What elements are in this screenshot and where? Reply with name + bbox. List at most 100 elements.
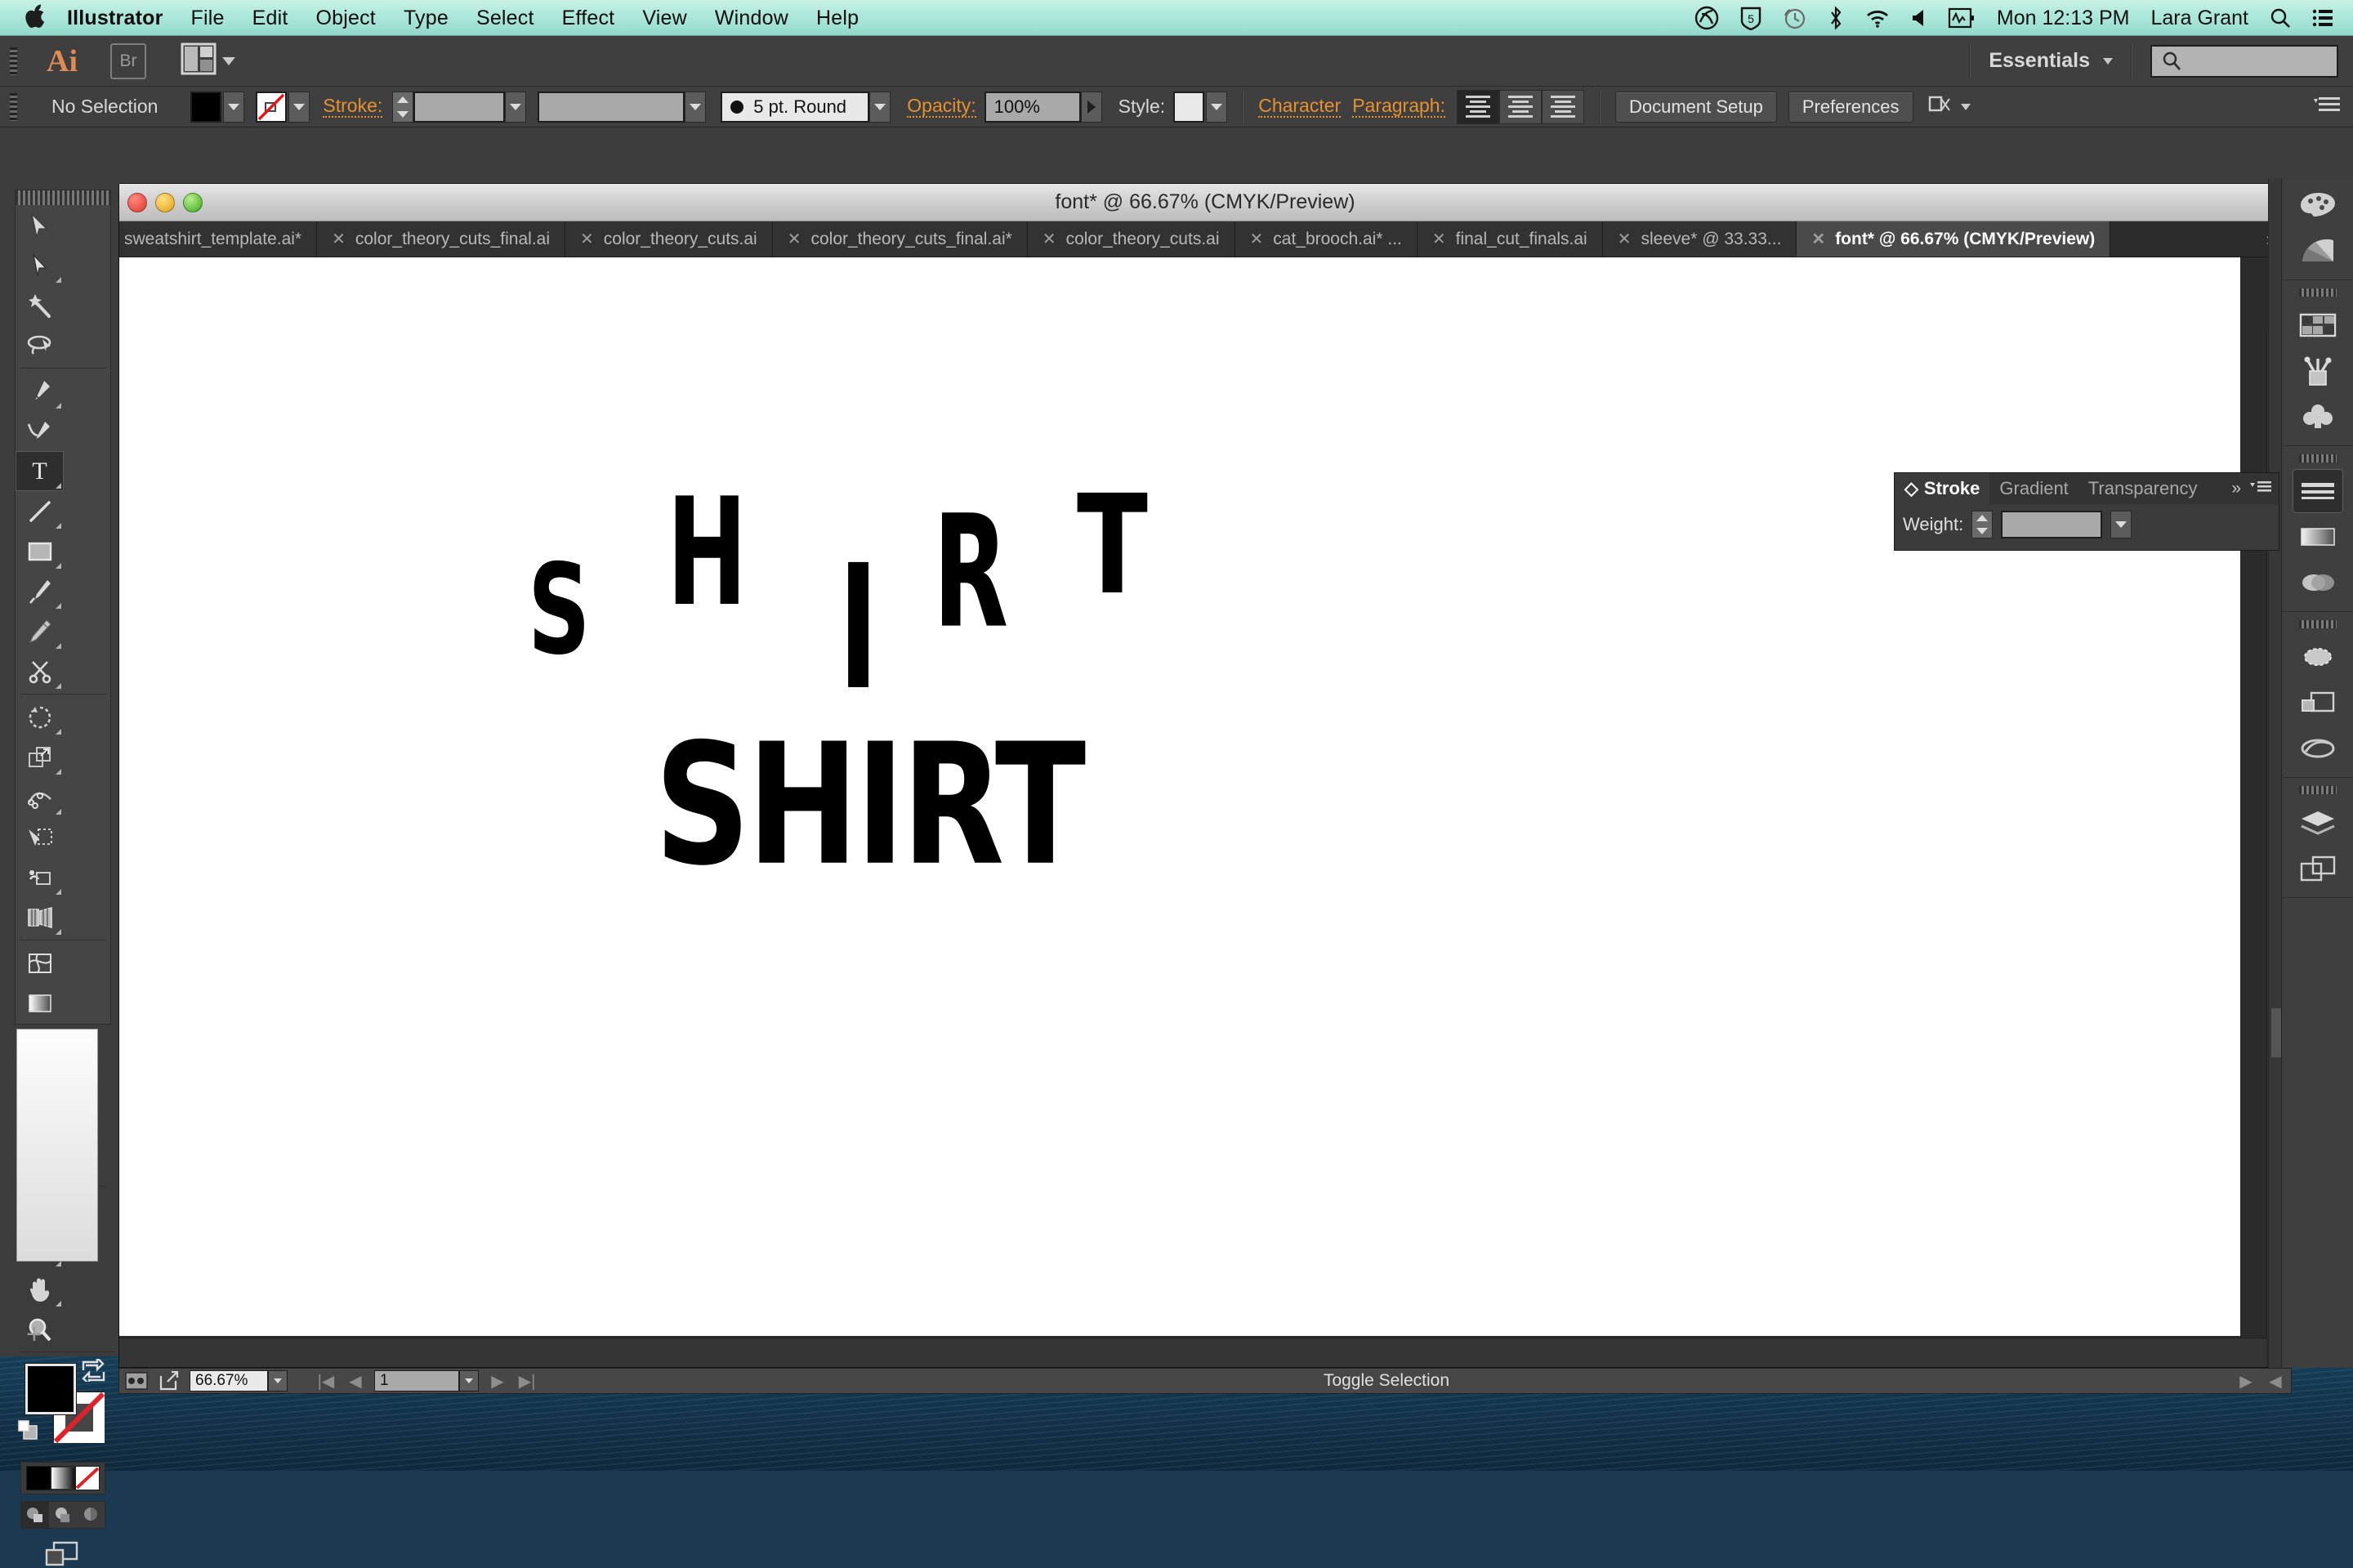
document-tab-2[interactable]: ✕ color_theory_cuts.ai — [565, 221, 773, 257]
document-tab-6[interactable]: ✕ final_cut_finals.ai — [1418, 221, 1603, 257]
stroke-color-control[interactable] — [256, 92, 310, 123]
shield-5-icon[interactable]: 5 — [1740, 6, 1761, 30]
tool-flyout-corner[interactable] — [56, 643, 61, 649]
fill-swatch-tool[interactable] — [25, 1364, 76, 1414]
lasso-tool[interactable] — [16, 325, 64, 365]
type-tool[interactable]: T — [16, 451, 64, 491]
document-tab-1[interactable]: ✕ color_theory_cuts_final.ai — [317, 221, 565, 257]
menu-select[interactable]: Select — [476, 7, 534, 30]
tool-flyout-corner[interactable] — [56, 809, 61, 815]
notification-center-icon[interactable] — [2312, 8, 2333, 28]
graphic-style-dropdown[interactable] — [1206, 92, 1227, 123]
tab-gradient[interactable]: Gradient — [1989, 473, 2078, 504]
fill-swatch[interactable] — [190, 92, 221, 123]
perspective-grid-tool[interactable] — [16, 897, 64, 937]
selection-tool[interactable] — [16, 205, 64, 245]
stroke-profile-control[interactable] — [538, 92, 706, 123]
tool-flyout-corner[interactable] — [56, 483, 61, 489]
artboards-panel-icon[interactable] — [2293, 847, 2343, 891]
magic-wand-tool[interactable] — [16, 285, 64, 325]
stroke-panel-icon[interactable] — [2293, 469, 2343, 513]
stroke-swatch-none[interactable] — [256, 92, 287, 123]
share-on-behance-icon[interactable] — [157, 1370, 181, 1392]
brush-definition-dropdown[interactable] — [869, 92, 891, 123]
add-anchor-point-tool[interactable] — [16, 411, 64, 451]
controlbar-grip[interactable] — [10, 93, 17, 121]
artwork-letter-s[interactable]: S — [528, 548, 591, 672]
last-artboard-icon[interactable]: ▶| — [516, 1371, 538, 1392]
shape-builder-tool[interactable] — [16, 857, 64, 897]
document-tab-8[interactable]: ✕ font* @ 66.67% (CMYK/Preview) — [1797, 221, 2110, 257]
chevron-down-icon[interactable] — [1961, 104, 1971, 110]
paintbrush-tool[interactable] — [16, 571, 64, 611]
arrange-documents-button[interactable] — [181, 42, 235, 79]
align-center-icon[interactable] — [1499, 90, 1542, 124]
document-tab-3[interactable]: ✕ color_theory_cuts_final.ai* — [773, 221, 1028, 257]
pencil-tool[interactable] — [16, 611, 64, 651]
stroke-weight-dropdown[interactable] — [505, 92, 526, 123]
tools-panel-grip[interactable] — [16, 190, 110, 205]
tab-stroke[interactable]: ◇ Stroke — [1895, 473, 1989, 504]
activity-monitor-icon[interactable] — [1948, 7, 1976, 29]
workspace-switcher[interactable]: Essentials — [1989, 49, 2090, 73]
artwork-letter-i[interactable]: I — [838, 542, 878, 713]
close-tab-icon[interactable]: ✕ — [1043, 229, 1056, 249]
stroke-weight-stepper[interactable] — [392, 92, 413, 123]
artwork-headline-shirt[interactable]: SHIRT — [654, 721, 1083, 889]
rectangle-tool[interactable] — [16, 531, 64, 571]
tool-flyout-corner[interactable] — [56, 929, 61, 935]
opacity-dropdown[interactable] — [1081, 92, 1102, 123]
opacity-control[interactable]: 100% — [985, 92, 1102, 123]
artboard-number-dropdown[interactable] — [459, 1370, 479, 1392]
tab-transparency[interactable]: Transparency — [2078, 473, 2208, 504]
document-setup-button[interactable]: Document Setup — [1615, 92, 1777, 123]
bluetooth-icon[interactable] — [1828, 6, 1843, 30]
preferences-button[interactable]: Preferences — [1788, 92, 1913, 123]
line-segment-tool[interactable] — [16, 491, 64, 531]
dock-group-grip[interactable] — [2299, 454, 2337, 462]
draw-behind-icon[interactable] — [49, 1502, 77, 1528]
dock-group-grip[interactable] — [2299, 288, 2337, 297]
brush-definition-value[interactable]: 5 pt. Round — [721, 92, 869, 123]
dock-group-grip[interactable] — [2299, 620, 2337, 628]
scissors-tool[interactable] — [16, 651, 64, 691]
menubar-user[interactable]: Lara Grant — [2150, 7, 2248, 30]
creative-cloud-icon[interactable] — [1694, 6, 1719, 30]
stroke-weight-label[interactable]: Stroke: — [323, 96, 382, 118]
add-panel-icon[interactable]: + — [26, 1319, 42, 1351]
menu-help[interactable]: Help — [816, 7, 859, 30]
gradient-mode-icon[interactable] — [51, 1466, 75, 1490]
swatches-panel-icon[interactable] — [2293, 303, 2343, 347]
canvas-horizontal-scrollbar[interactable] — [119, 1338, 2266, 1367]
paragraph-align-group[interactable] — [1457, 90, 1584, 124]
tool-flyout-corner[interactable] — [56, 403, 61, 409]
transparency-panel-icon[interactable] — [2293, 561, 2343, 605]
stroke-weight-panel-value[interactable] — [2001, 511, 2102, 538]
tool-flyout-corner[interactable] — [56, 603, 61, 609]
stroke-profile-dropdown[interactable] — [685, 92, 706, 123]
opacity-label[interactable]: Opacity: — [907, 96, 976, 118]
layers-panel-icon[interactable] — [2293, 801, 2343, 845]
controlbar-menu-icon[interactable] — [2314, 96, 2353, 118]
graphic-styles-panel-icon[interactable] — [2293, 681, 2343, 725]
tool-flyout-corner[interactable] — [56, 769, 61, 775]
color-guide-panel-icon[interactable] — [2293, 229, 2343, 273]
artwork-letter-t[interactable]: T — [1077, 476, 1148, 614]
fill-dropdown[interactable] — [223, 92, 244, 123]
status-menu-icon[interactable]: ▶ — [2235, 1371, 2257, 1392]
appearance-panel-icon[interactable] — [2293, 635, 2343, 679]
brushes-panel-icon[interactable] — [2293, 349, 2343, 393]
swap-fill-stroke-icon[interactable] — [81, 1359, 105, 1386]
dock-group-grip[interactable] — [2299, 786, 2337, 794]
menu-window[interactable]: Window — [715, 7, 788, 30]
document-titlebar[interactable]: font* @ 66.67% (CMYK/Preview) — [119, 184, 2291, 221]
stroke-profile-value[interactable] — [538, 92, 685, 123]
graphic-style-swatch[interactable] — [1173, 92, 1204, 123]
close-tab-icon[interactable]: ✕ — [580, 229, 594, 249]
canvas-area[interactable]: SHIRT S H I R T — [119, 257, 2291, 1367]
rotate-tool[interactable] — [16, 697, 64, 737]
gradient-panel-icon[interactable] — [2293, 515, 2343, 559]
creative-cloud-panel-icon[interactable] — [2293, 726, 2343, 771]
direct-selection-tool[interactable] — [16, 245, 64, 285]
scroll-left-icon[interactable]: ◀ — [2265, 1371, 2286, 1392]
